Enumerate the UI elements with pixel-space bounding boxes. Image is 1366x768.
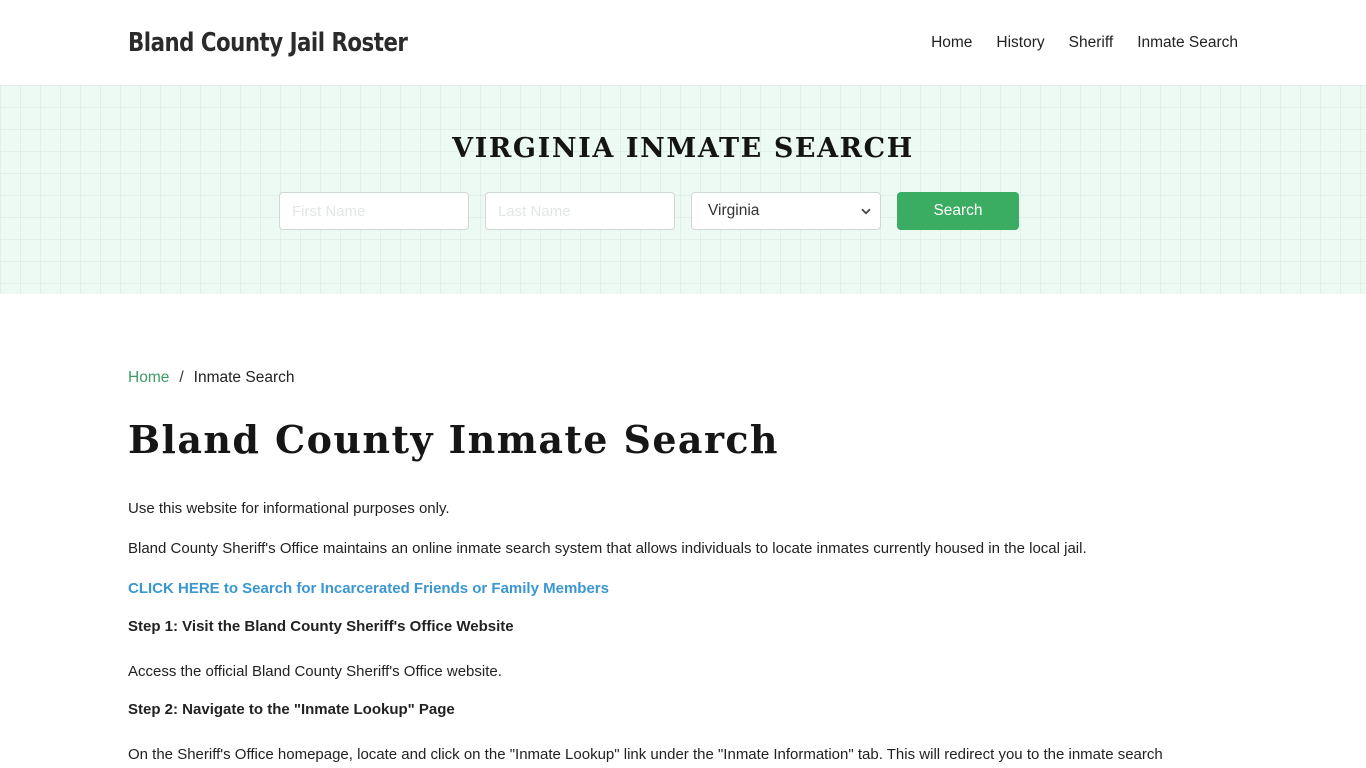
breadcrumb-home[interactable]: Home <box>128 369 169 387</box>
state-select[interactable]: Virginia <box>691 192 881 230</box>
breadcrumb-current: Inmate Search <box>193 369 295 386</box>
step-1-text: Access the official Bland County Sheriff… <box>128 663 502 680</box>
last-name-input[interactable] <box>485 192 675 230</box>
chevron-down-icon <box>860 205 872 217</box>
site-header: Bland County Jail Roster Home History Sh… <box>0 0 1366 85</box>
main-content: Home / Inmate Search Bland County Inmate… <box>0 294 1366 766</box>
main-nav: Home History Sheriff Inmate Search <box>907 34 1238 52</box>
step-2-text: On the Sheriff's Office homepage, locate… <box>128 746 1163 763</box>
step-1-heading: Step 1: Visit the Bland County Sheriff's… <box>128 618 514 635</box>
description-text: Bland County Sheriff's Office maintains … <box>128 540 1087 557</box>
site-logo-title[interactable]: Bland County Jail Roster <box>128 28 408 58</box>
nav-inmate-search[interactable]: Inmate Search <box>1137 34 1238 52</box>
state-select-value: Virginia <box>708 202 760 219</box>
inmate-search-form: Virginia Search <box>279 192 1019 230</box>
page-title: Bland County Inmate Search <box>128 417 779 462</box>
intro-text: Use this website for informational purpo… <box>128 500 450 517</box>
article-body: Use this website for informational purpo… <box>128 498 1238 766</box>
nav-history[interactable]: History <box>996 34 1044 52</box>
breadcrumb: Home / Inmate Search <box>128 369 1238 387</box>
search-button[interactable]: Search <box>897 192 1019 230</box>
breadcrumb-separator: / <box>179 369 184 386</box>
hero-title: VIRGINIA INMATE SEARCH <box>452 133 914 164</box>
search-incarcerated-link[interactable]: CLICK HERE to Search for Incarcerated Fr… <box>128 578 1238 600</box>
first-name-input[interactable] <box>279 192 469 230</box>
step-2-heading: Step 2: Navigate to the "Inmate Lookup" … <box>128 701 455 718</box>
nav-sheriff[interactable]: Sheriff <box>1069 34 1114 52</box>
nav-home[interactable]: Home <box>931 34 972 52</box>
search-hero: VIRGINIA INMATE SEARCH Virginia Search <box>0 85 1366 294</box>
